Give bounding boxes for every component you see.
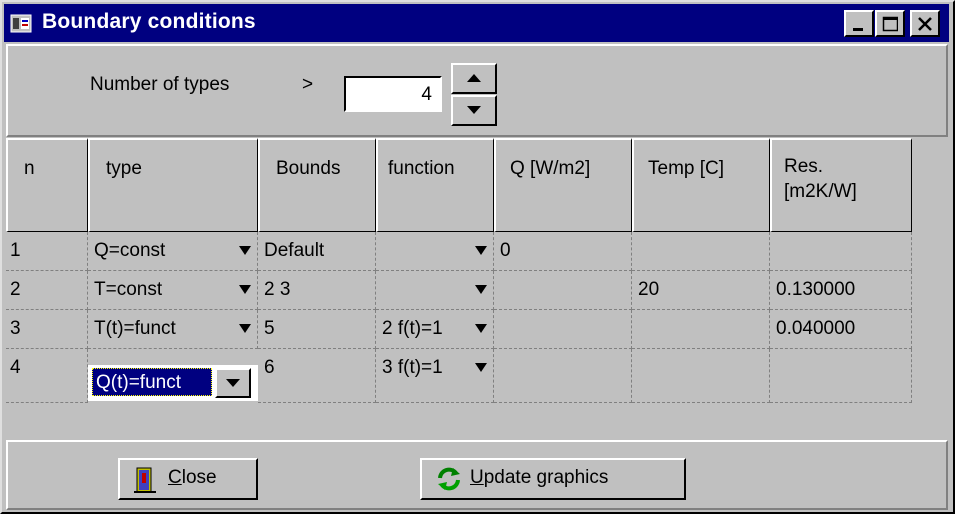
dropdown-arrow-icon bbox=[475, 246, 487, 255]
close-button-label: Close bbox=[168, 460, 217, 496]
update-graphics-button[interactable]: Update graphics bbox=[420, 458, 686, 500]
row-1-res[interactable] bbox=[770, 232, 912, 271]
row-2-type[interactable]: T=const bbox=[88, 271, 258, 310]
header-q-label: Q [W/m2] bbox=[510, 158, 591, 179]
header-function-label: function bbox=[388, 158, 455, 179]
spin-up-button[interactable] bbox=[451, 63, 497, 94]
maximize-button[interactable] bbox=[875, 10, 905, 37]
row-4-function-value: 3 f(t)=1 bbox=[382, 357, 443, 378]
dropdown-arrow-icon bbox=[239, 324, 251, 333]
row-3-temp[interactable] bbox=[632, 310, 770, 349]
close-icon bbox=[918, 17, 932, 31]
update-graphics-mnemonic: U bbox=[470, 467, 484, 488]
header-temp: Temp [C] bbox=[632, 138, 770, 232]
spin-down-icon bbox=[467, 106, 481, 114]
header-res-label-2: [m2K/W] bbox=[784, 181, 857, 202]
header-q: Q [W/m2] bbox=[494, 138, 632, 232]
row-2-function[interactable] bbox=[376, 271, 494, 310]
row-1-function[interactable] bbox=[376, 232, 494, 271]
number-of-types-label: Number of types bbox=[90, 74, 230, 95]
minimize-button[interactable] bbox=[844, 10, 874, 37]
row-4-type-value[interactable]: Q(t)=funct bbox=[92, 368, 212, 396]
dropdown-arrow-icon bbox=[475, 363, 487, 372]
header-type-label: type bbox=[106, 158, 142, 179]
dropdown-arrow-icon bbox=[475, 285, 487, 294]
spin-up-icon bbox=[467, 74, 481, 82]
title-bar[interactable]: Boundary conditions bbox=[4, 4, 949, 42]
row-3-function[interactable]: 2 f(t)=1 bbox=[376, 310, 494, 349]
header-type: type bbox=[88, 138, 258, 232]
row-3-bounds[interactable]: 5 bbox=[258, 310, 376, 349]
header-res: Res. [m2K/W] bbox=[770, 138, 912, 232]
row-1-type[interactable]: Q=const bbox=[88, 232, 258, 271]
header-bounds: Bounds bbox=[258, 138, 376, 232]
row-4-type-dropdown-button[interactable] bbox=[215, 368, 251, 398]
dropdown-arrow-icon bbox=[226, 379, 240, 387]
row-4-temp[interactable] bbox=[632, 349, 770, 403]
row-1-type-value: Q=const bbox=[94, 240, 166, 261]
row-2-type-value: T=const bbox=[94, 279, 163, 300]
row-4-function[interactable]: 3 f(t)=1 bbox=[376, 349, 494, 403]
close-button[interactable]: Close bbox=[118, 458, 258, 500]
dropdown-arrow-icon bbox=[475, 324, 487, 333]
row-3-q[interactable] bbox=[494, 310, 632, 349]
row-3-res[interactable]: 0.040000 bbox=[770, 310, 912, 349]
dropdown-arrow-icon bbox=[239, 285, 251, 294]
row-3-n: 3 bbox=[6, 310, 88, 349]
number-of-types-arrow: > bbox=[302, 74, 314, 95]
row-2-q[interactable] bbox=[494, 271, 632, 310]
row-3-type-value: T(t)=funct bbox=[94, 318, 176, 339]
close-window-button[interactable] bbox=[910, 10, 940, 37]
header-n-label: n bbox=[24, 158, 35, 179]
row-2-bounds[interactable]: 2 3 bbox=[258, 271, 376, 310]
row-2-temp[interactable]: 20 bbox=[632, 271, 770, 310]
row-1-temp[interactable] bbox=[632, 232, 770, 271]
refresh-icon bbox=[438, 467, 460, 491]
minimize-icon bbox=[853, 28, 863, 31]
row-2-res[interactable]: 0.130000 bbox=[770, 271, 912, 310]
row-4-bounds[interactable]: 6 bbox=[258, 349, 376, 403]
row-3-type[interactable]: T(t)=funct bbox=[88, 310, 258, 349]
row-4-type-editor[interactable]: Q(t)=funct bbox=[88, 365, 258, 401]
header-temp-label: Temp [C] bbox=[648, 158, 725, 179]
close-button-text: lose bbox=[181, 467, 217, 488]
door-icon bbox=[134, 467, 156, 493]
row-2-n: 2 bbox=[6, 271, 88, 310]
maximize-icon bbox=[882, 16, 898, 32]
spin-down-button[interactable] bbox=[451, 95, 497, 126]
row-1-bounds[interactable]: Default bbox=[258, 232, 376, 271]
close-button-mnemonic: C bbox=[168, 467, 182, 488]
dropdown-arrow-icon bbox=[239, 246, 251, 255]
number-of-types-input[interactable]: 4 bbox=[344, 76, 442, 112]
row-4-res[interactable] bbox=[770, 349, 912, 403]
app-icon bbox=[10, 14, 32, 33]
row-4-q[interactable] bbox=[494, 349, 632, 403]
row-1-q[interactable]: 0 bbox=[494, 232, 632, 271]
row-1-n: 1 bbox=[6, 232, 88, 271]
header-function: function bbox=[376, 138, 494, 232]
row-3-function-value: 2 f(t)=1 bbox=[382, 318, 443, 339]
window-title: Boundary conditions bbox=[42, 10, 256, 33]
header-res-label-1: Res. bbox=[784, 156, 824, 177]
update-graphics-text: pdate graphics bbox=[483, 467, 609, 488]
header-bounds-label: Bounds bbox=[276, 158, 341, 179]
header-n: n bbox=[6, 138, 88, 232]
update-graphics-label: Update graphics bbox=[470, 460, 608, 496]
row-4-n: 4 bbox=[6, 349, 88, 403]
